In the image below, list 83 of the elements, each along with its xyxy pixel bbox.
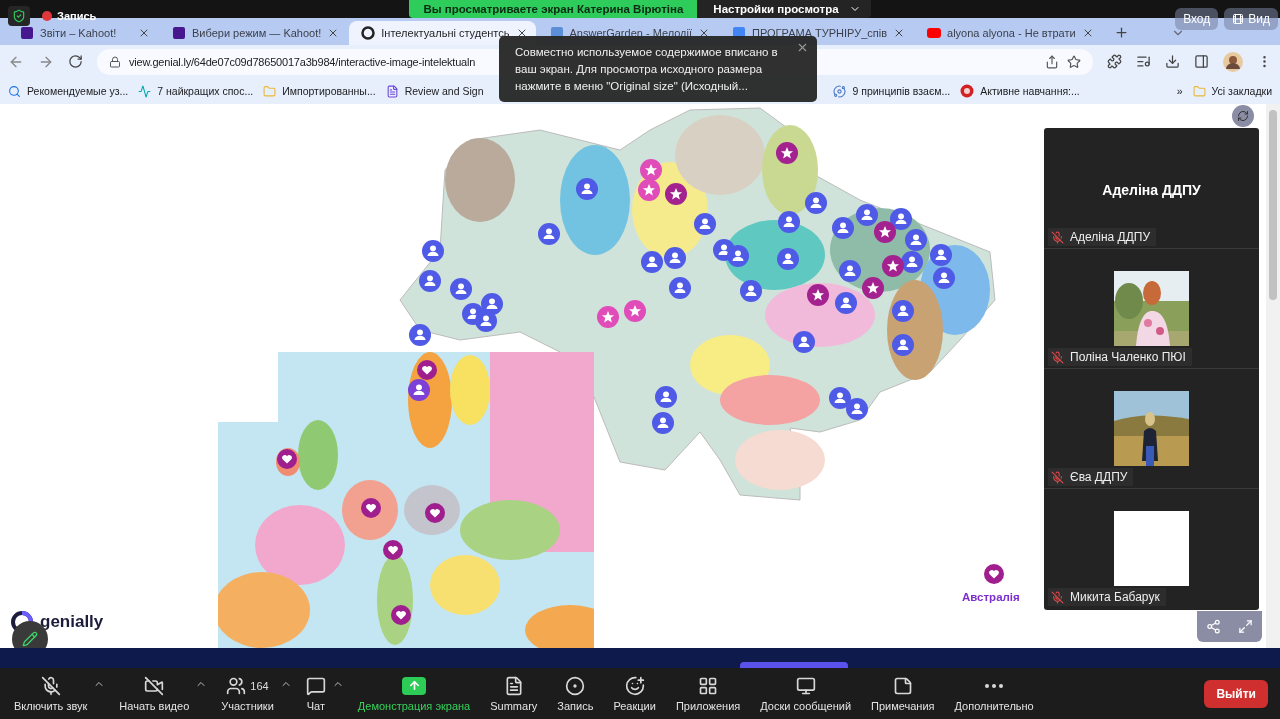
participant-name: Поліна Чаленко ПЮІ xyxy=(1070,350,1186,364)
toolbar-button[interactable]: Запись xyxy=(551,671,600,716)
document-icon xyxy=(385,84,399,98)
view-options-button[interactable]: Настройки просмотра xyxy=(697,0,871,18)
participant-name: Микита Бабарук xyxy=(1070,590,1160,604)
map-pin-label: Австралія xyxy=(962,591,1020,603)
smiley-icon xyxy=(624,675,645,696)
pulse-icon xyxy=(138,84,152,98)
heart-pin-icon[interactable] xyxy=(425,503,445,523)
share-icon[interactable] xyxy=(1205,619,1221,634)
favicon-icon xyxy=(172,26,186,40)
toolbar-button[interactable]: Начать видео xyxy=(113,671,196,716)
reload-icon[interactable] xyxy=(68,54,83,69)
leave-button[interactable]: Выйти xyxy=(1204,679,1268,708)
toolbar-button[interactable]: Дополнительно xyxy=(948,671,1040,716)
bookmark-item[interactable]: Review and Sign xyxy=(385,84,484,98)
more-bookmarks-button[interactable]: » xyxy=(1176,85,1183,97)
spiral-icon xyxy=(833,84,847,98)
bookmark-item[interactable]: Рекомендуемые уз... xyxy=(8,84,129,98)
heart-pin-icon[interactable] xyxy=(391,605,411,625)
toolbar-button[interactable]: Реакции xyxy=(607,671,662,716)
download-icon[interactable] xyxy=(1165,54,1180,69)
round-logo-icon xyxy=(960,84,975,98)
bookmark-item[interactable]: Импортированны... xyxy=(263,84,376,98)
toolbar-button[interactable]: Примечания xyxy=(865,671,941,716)
refresh-button[interactable] xyxy=(1232,105,1254,127)
viewing-banner: Вы просматриваете экран Катерина Вірютіна xyxy=(409,0,698,18)
lock-icon xyxy=(109,55,121,68)
scrollbar[interactable] xyxy=(1266,104,1280,648)
shield-icon xyxy=(12,9,26,23)
close-icon[interactable] xyxy=(796,41,809,54)
notice-text: Совместно используемое содержимое вписано в ваш экран. Для просмотра исходного размера нажмите в меню "Original size" (Исходный... xyxy=(515,45,779,94)
chat-bubble-icon xyxy=(305,675,326,696)
favicon-icon xyxy=(927,26,942,40)
browser-tab[interactable]: alyona alyona - Не втрати xyxy=(915,21,1102,45)
folder-icon xyxy=(263,84,277,98)
close-icon[interactable] xyxy=(138,27,150,39)
media-icon[interactable] xyxy=(1136,54,1151,69)
heart-pin-icon[interactable] xyxy=(361,498,381,518)
people-icon xyxy=(226,675,247,696)
toolbar-button[interactable]: Чат xyxy=(299,671,332,716)
toolbar-button[interactable]: 164 Участники xyxy=(215,671,280,716)
bookmark-item[interactable]: Усі закладки xyxy=(1192,84,1272,98)
refresh-icon xyxy=(1237,110,1249,122)
favicon-icon xyxy=(361,26,376,40)
record-icon xyxy=(565,675,586,696)
search-icon xyxy=(8,84,21,98)
muted-mic-icon xyxy=(40,675,61,696)
avatar-icon[interactable] xyxy=(1223,51,1243,72)
side-panel-icon[interactable] xyxy=(1194,54,1209,69)
favicon-icon xyxy=(20,26,34,40)
toolbar-button[interactable]: Демонстрация экрана xyxy=(351,671,477,716)
puzzle-icon[interactable] xyxy=(1107,54,1122,69)
heart-pin-icon[interactable] xyxy=(984,564,1004,584)
pen-icon xyxy=(22,631,38,647)
bookmark-star-icon[interactable] xyxy=(1067,54,1081,69)
browser-tab[interactable]: Звіти – Kahoot! xyxy=(8,21,158,45)
shield-button[interactable] xyxy=(8,6,30,26)
speaker-name: Аделіна ДДПУ xyxy=(1102,182,1201,198)
bookmark-item[interactable]: 9 принципів взаєм... xyxy=(833,84,951,98)
participant-name: Аделіна ДДПУ xyxy=(1070,230,1151,244)
more-icon xyxy=(985,683,1004,688)
browser-tab[interactable]: Вибери режим — Kahoot! xyxy=(160,21,348,45)
film-icon xyxy=(1232,13,1245,25)
toolbar-button[interactable]: Summary xyxy=(484,671,544,716)
monitor-icon xyxy=(795,675,816,696)
participant-name: Єва ДДПУ xyxy=(1070,470,1128,484)
apps-icon xyxy=(698,675,719,696)
bookmark-item[interactable]: Активне навчання:... xyxy=(960,84,1080,98)
bookmark-item[interactable]: 7 найкращих спос... xyxy=(138,84,254,98)
logo-text: genially xyxy=(40,612,104,632)
arrow-up-icon xyxy=(407,679,421,692)
new-tab-icon[interactable] xyxy=(1113,25,1129,40)
share-icon[interactable] xyxy=(1045,54,1059,69)
heart-pin-icon[interactable] xyxy=(277,449,297,469)
video-off-icon xyxy=(144,675,165,696)
toolbar-button[interactable]: Приложения xyxy=(669,671,747,716)
heart-pin-icon[interactable] xyxy=(383,540,403,560)
fullscreen-icon[interactable] xyxy=(1238,619,1254,634)
toolbar-button[interactable]: Включить звук xyxy=(8,671,94,716)
toolbar-button[interactable]: Доски сообщений xyxy=(754,671,858,716)
note-icon xyxy=(892,675,913,696)
folder-icon xyxy=(1192,84,1206,98)
